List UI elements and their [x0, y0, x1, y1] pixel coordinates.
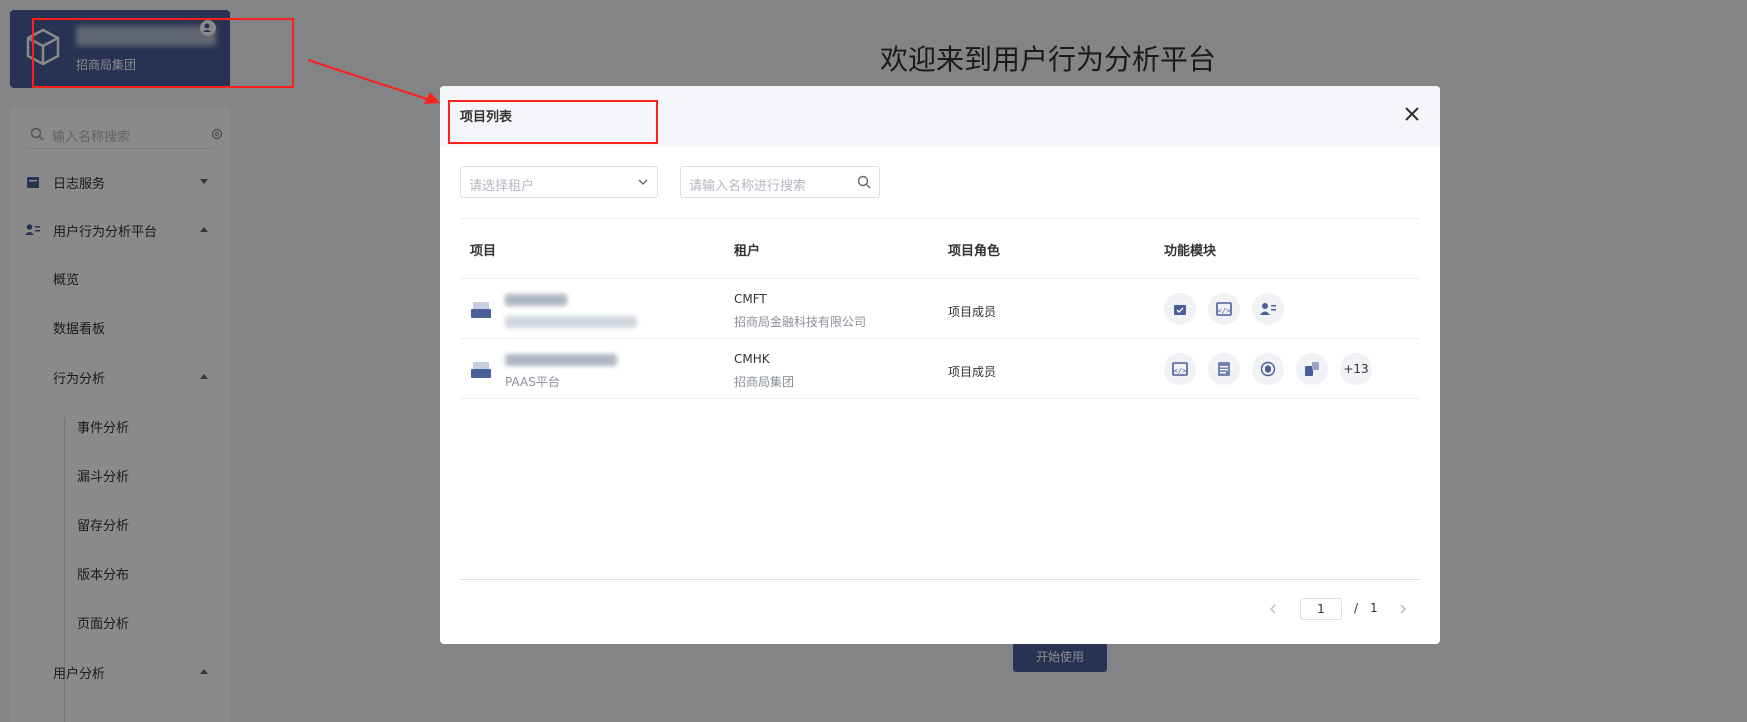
code-window-icon[interactable]: </>: [1164, 353, 1196, 385]
calendar-check-icon[interactable]: [1164, 293, 1196, 325]
page-number-input[interactable]: 1: [1300, 598, 1342, 620]
column-header-project: 项目: [470, 244, 497, 259]
svg-text:</>: </>: [1218, 307, 1231, 315]
chevron-right-icon[interactable]: [1398, 604, 1408, 614]
project-icon: [471, 302, 491, 318]
divider: [460, 579, 1420, 580]
project-name-blurred: [505, 354, 617, 366]
tenant-code: CMHK: [734, 352, 770, 366]
column-header-modules: 功能模块: [1164, 244, 1217, 259]
project-desc: PAAS平台: [505, 375, 560, 389]
tenant-select-placeholder: 请选择租户: [469, 179, 535, 194]
code-window-icon[interactable]: </>: [1208, 293, 1240, 325]
project-search-placeholder: 请输入名称进行搜索: [689, 179, 807, 194]
user-list-icon[interactable]: [1252, 293, 1284, 325]
chevron-down-icon: [638, 179, 648, 185]
project-role: 项目成员: [948, 365, 997, 379]
tenant-name: 招商局集团: [734, 375, 795, 389]
project-desc-blurred: [505, 316, 637, 328]
project-list-modal: 项目列表 请选择租户 请输入名称进行搜索 项目 租户 项目角色 功能模块 CMF…: [440, 86, 1440, 644]
project-search-input[interactable]: 请输入名称进行搜索: [680, 166, 880, 198]
device-transfer-icon[interactable]: [1296, 353, 1328, 385]
divider: [460, 218, 1420, 219]
project-role: 项目成员: [948, 305, 997, 319]
chevron-left-icon[interactable]: [1268, 604, 1278, 614]
divider: [460, 278, 1420, 279]
pagination-separator: /: [1354, 601, 1359, 615]
column-header-tenant: 租户: [734, 244, 761, 259]
column-header-role: 项目角色: [948, 244, 1001, 259]
divider: [460, 338, 1420, 339]
close-icon[interactable]: [1403, 105, 1421, 123]
svg-text:</>: </>: [1174, 367, 1187, 375]
tenant-name: 招商局金融科技有限公司: [734, 315, 867, 329]
more-modules-badge[interactable]: +13: [1340, 353, 1372, 385]
tenant-code: CMFT: [734, 292, 767, 306]
pagination-total: 1: [1370, 601, 1378, 615]
document-list-icon[interactable]: [1208, 353, 1240, 385]
divider: [460, 398, 1420, 399]
network-cube-icon[interactable]: [1252, 353, 1284, 385]
annotation-box: [448, 100, 658, 144]
tenant-select[interactable]: 请选择租户: [460, 166, 658, 198]
project-name-blurred: [505, 294, 567, 306]
project-icon: [471, 362, 491, 378]
search-icon[interactable]: [857, 175, 871, 189]
